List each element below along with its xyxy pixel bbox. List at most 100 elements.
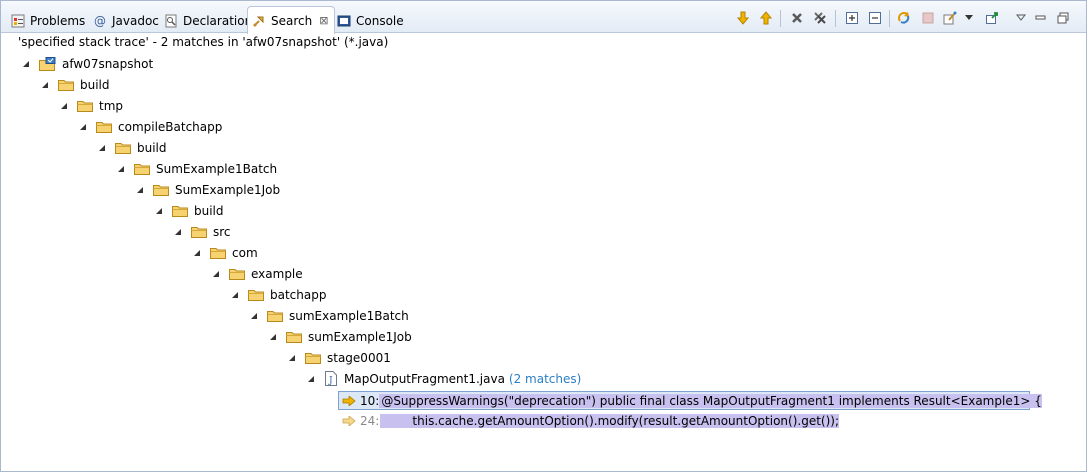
problems-icon xyxy=(11,14,25,28)
expand-toggle-icon[interactable] xyxy=(116,164,126,174)
tree-node-label: stage0001 xyxy=(327,350,391,365)
remove-all-matches-icon[interactable] xyxy=(812,10,828,26)
tree-node-label: SumExample1Batch xyxy=(156,161,278,176)
declaration-icon xyxy=(164,14,178,28)
folder-icon xyxy=(58,78,74,91)
tree-node-label: afw07snapshot xyxy=(62,56,154,71)
tree-node[interactable]: SumExample1Job xyxy=(135,179,280,200)
expand-toggle-icon[interactable] xyxy=(97,143,107,153)
chevron-down-icon[interactable] xyxy=(963,10,975,26)
folder-icon xyxy=(286,330,302,343)
folder-icon xyxy=(115,141,131,154)
expand-toggle-icon[interactable] xyxy=(135,185,145,195)
tree-node[interactable]: SumExample1Batch xyxy=(116,158,277,179)
expand-toggle-icon[interactable] xyxy=(211,269,221,279)
match-arrow-icon xyxy=(342,415,356,427)
search-view: Problems @ Javadoc Declaration Search ⊠ … xyxy=(0,0,1087,472)
tab-label: Declaration xyxy=(183,14,253,28)
folder-icon xyxy=(77,99,93,112)
expand-all-icon[interactable] xyxy=(844,10,860,26)
folder-icon xyxy=(191,225,207,238)
expand-toggle-icon[interactable] xyxy=(249,311,259,321)
line-number: 10: xyxy=(360,393,380,408)
toolbar-separator xyxy=(835,10,836,27)
expand-toggle-icon[interactable] xyxy=(287,353,297,363)
tree-node[interactable]: afw07snapshot xyxy=(21,53,153,74)
tree-node[interactable]: sumExample1Batch xyxy=(249,305,409,326)
project-icon xyxy=(39,57,56,71)
tree-node-label: compileBatchapp xyxy=(118,119,223,134)
tab-console[interactable]: Console xyxy=(337,9,404,33)
tab-search[interactable]: Search ⊠ xyxy=(247,6,336,34)
tree-node-label: build xyxy=(194,203,224,218)
expand-toggle-icon[interactable] xyxy=(268,332,278,342)
minimize-icon[interactable] xyxy=(1033,10,1049,26)
line-number: 24: xyxy=(360,413,380,428)
match-arrow-icon xyxy=(342,395,356,407)
view-menu-icon[interactable] xyxy=(1013,10,1029,26)
expand-toggle-icon[interactable] xyxy=(154,206,164,216)
expand-toggle-icon[interactable] xyxy=(78,122,88,132)
match-count: (2 matches) xyxy=(508,371,582,386)
tree-node[interactable]: example xyxy=(211,263,303,284)
folder-icon xyxy=(267,309,283,322)
cancel-search-icon[interactable] xyxy=(920,10,936,26)
next-match-icon[interactable] xyxy=(735,10,751,26)
tab-javadoc[interactable]: @ Javadoc xyxy=(93,9,159,33)
pin-view-icon[interactable] xyxy=(984,10,1000,26)
tab-label: Javadoc xyxy=(112,14,159,28)
tab-declaration[interactable]: Declaration xyxy=(164,9,252,33)
folder-icon xyxy=(153,183,169,196)
tab-problems[interactable]: Problems xyxy=(11,9,85,33)
folder-icon xyxy=(134,162,150,175)
tree-node[interactable]: build xyxy=(97,137,167,158)
maximize-icon[interactable] xyxy=(1055,10,1071,26)
show-previous-searches-icon[interactable] xyxy=(942,10,958,26)
tree-node[interactable]: stage0001 xyxy=(287,347,391,368)
expand-toggle-icon[interactable] xyxy=(192,248,202,258)
folder-icon xyxy=(305,351,321,364)
java-file-icon: J xyxy=(324,371,338,386)
tree-node[interactable]: src xyxy=(173,221,231,242)
expand-toggle-icon[interactable] xyxy=(173,227,183,237)
console-icon xyxy=(337,14,351,28)
tree-node-label: example xyxy=(251,266,303,281)
collapse-all-icon[interactable] xyxy=(867,10,883,26)
tree-node-label: sumExample1Job xyxy=(308,329,412,344)
folder-icon xyxy=(172,204,188,217)
tree-node-label: build xyxy=(137,140,167,155)
tree-node[interactable]: batchapp xyxy=(230,284,326,305)
result-line-10[interactable]: 10: @SuppressWarnings("deprecation") pub… xyxy=(338,391,1042,410)
tree-node-label: com xyxy=(232,245,258,260)
javadoc-icon: @ xyxy=(94,14,106,28)
tree-node[interactable]: tmp xyxy=(59,95,123,116)
close-tab-icon[interactable]: ⊠ xyxy=(319,14,328,27)
expand-toggle-icon[interactable] xyxy=(306,374,316,384)
run-search-again-icon[interactable] xyxy=(896,10,912,26)
previous-match-icon[interactable] xyxy=(758,10,774,26)
folder-icon xyxy=(229,267,245,280)
tree-node[interactable]: build xyxy=(40,74,110,95)
view-tab-bar: Problems @ Javadoc Declaration Search ⊠ … xyxy=(1,1,1086,34)
tree-node[interactable]: J MapOutputFragment1.java (2 matches) xyxy=(306,368,581,389)
result-line-24[interactable]: 24: this.cache.getAmountOption().modify(… xyxy=(339,411,839,430)
tab-label: Problems xyxy=(30,14,86,28)
expand-toggle-icon[interactable] xyxy=(230,290,240,300)
expand-toggle-icon[interactable] xyxy=(40,80,50,90)
expand-toggle-icon[interactable] xyxy=(59,101,69,111)
expand-toggle-icon[interactable] xyxy=(21,59,31,69)
svg-text:J: J xyxy=(328,376,333,386)
tree-node-label: build xyxy=(80,77,110,92)
tree-node-label: MapOutputFragment1.java xyxy=(344,371,505,386)
tree-node[interactable]: build xyxy=(154,200,224,221)
tree-node[interactable]: compileBatchapp xyxy=(78,116,222,137)
remove-selected-matches-icon[interactable] xyxy=(789,10,805,26)
tab-label: Search xyxy=(271,13,313,28)
tree-node[interactable]: com xyxy=(192,242,258,263)
folder-icon xyxy=(210,246,226,259)
tree-node-label: batchapp xyxy=(270,287,327,302)
tree-node-label: tmp xyxy=(99,98,124,113)
toolbar-separator xyxy=(780,10,781,27)
tree-node[interactable]: sumExample1Job xyxy=(268,326,412,347)
folder-icon xyxy=(248,288,264,301)
